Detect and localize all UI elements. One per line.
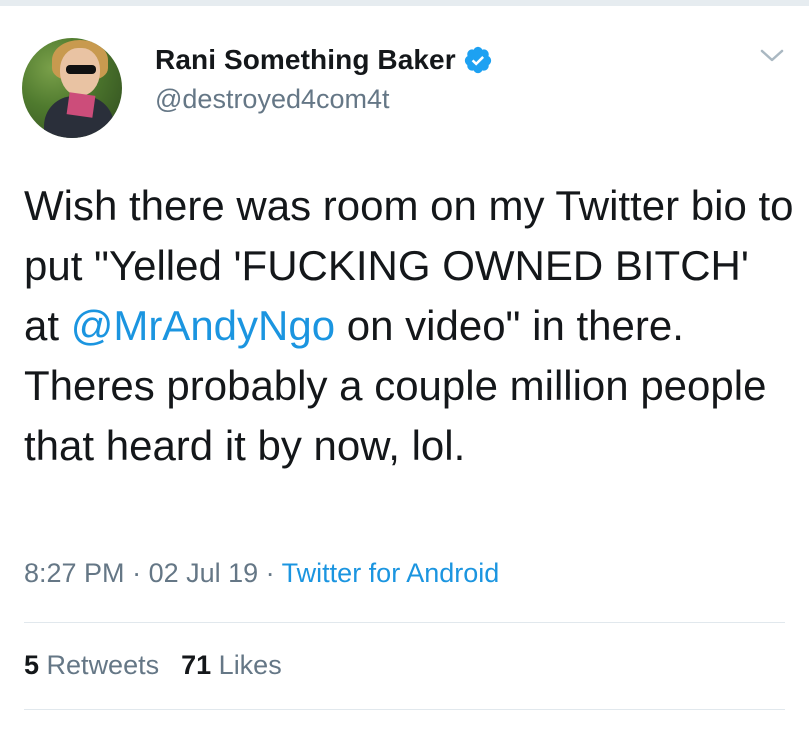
avatar[interactable] bbox=[22, 38, 122, 138]
likes-label: Likes bbox=[218, 650, 282, 680]
tweet-header: Rani Something Baker @destroyed4com4t bbox=[22, 38, 785, 138]
avatar-collar bbox=[66, 92, 96, 118]
tweet-source-link[interactable]: Twitter for Android bbox=[282, 558, 500, 588]
likes-count: 71 bbox=[181, 650, 212, 680]
divider bbox=[24, 709, 785, 710]
tweet-stats: 5 Retweets 71 Likes bbox=[24, 650, 282, 681]
meta-separator: · bbox=[258, 558, 282, 588]
mention-link[interactable]: @MrAndyNgo bbox=[71, 302, 335, 349]
avatar-sunglasses bbox=[66, 65, 96, 74]
user-handle[interactable]: @destroyed4com4t bbox=[155, 84, 390, 115]
chevron-down-icon[interactable] bbox=[759, 48, 785, 64]
meta-separator: · bbox=[124, 558, 149, 588]
tweet-time: 8:27 PM bbox=[24, 558, 125, 588]
tweet-meta: 8:27 PM · 02 Jul 19 · Twitter for Androi… bbox=[24, 558, 499, 589]
retweets-label: Retweets bbox=[46, 650, 160, 680]
top-divider bbox=[0, 0, 809, 6]
likes-link[interactable]: 71 Likes bbox=[181, 650, 282, 680]
name-row: Rani Something Baker bbox=[155, 44, 493, 76]
tweet-date[interactable]: 02 Jul 19 bbox=[149, 558, 259, 588]
verified-badge-icon bbox=[464, 46, 491, 74]
tweet-text: Wish there was room on my Twitter bio to… bbox=[24, 176, 794, 476]
display-name[interactable]: Rani Something Baker bbox=[155, 44, 456, 76]
divider bbox=[24, 622, 785, 623]
retweets-count: 5 bbox=[24, 650, 40, 680]
retweets-link[interactable]: 5 Retweets bbox=[24, 650, 159, 680]
